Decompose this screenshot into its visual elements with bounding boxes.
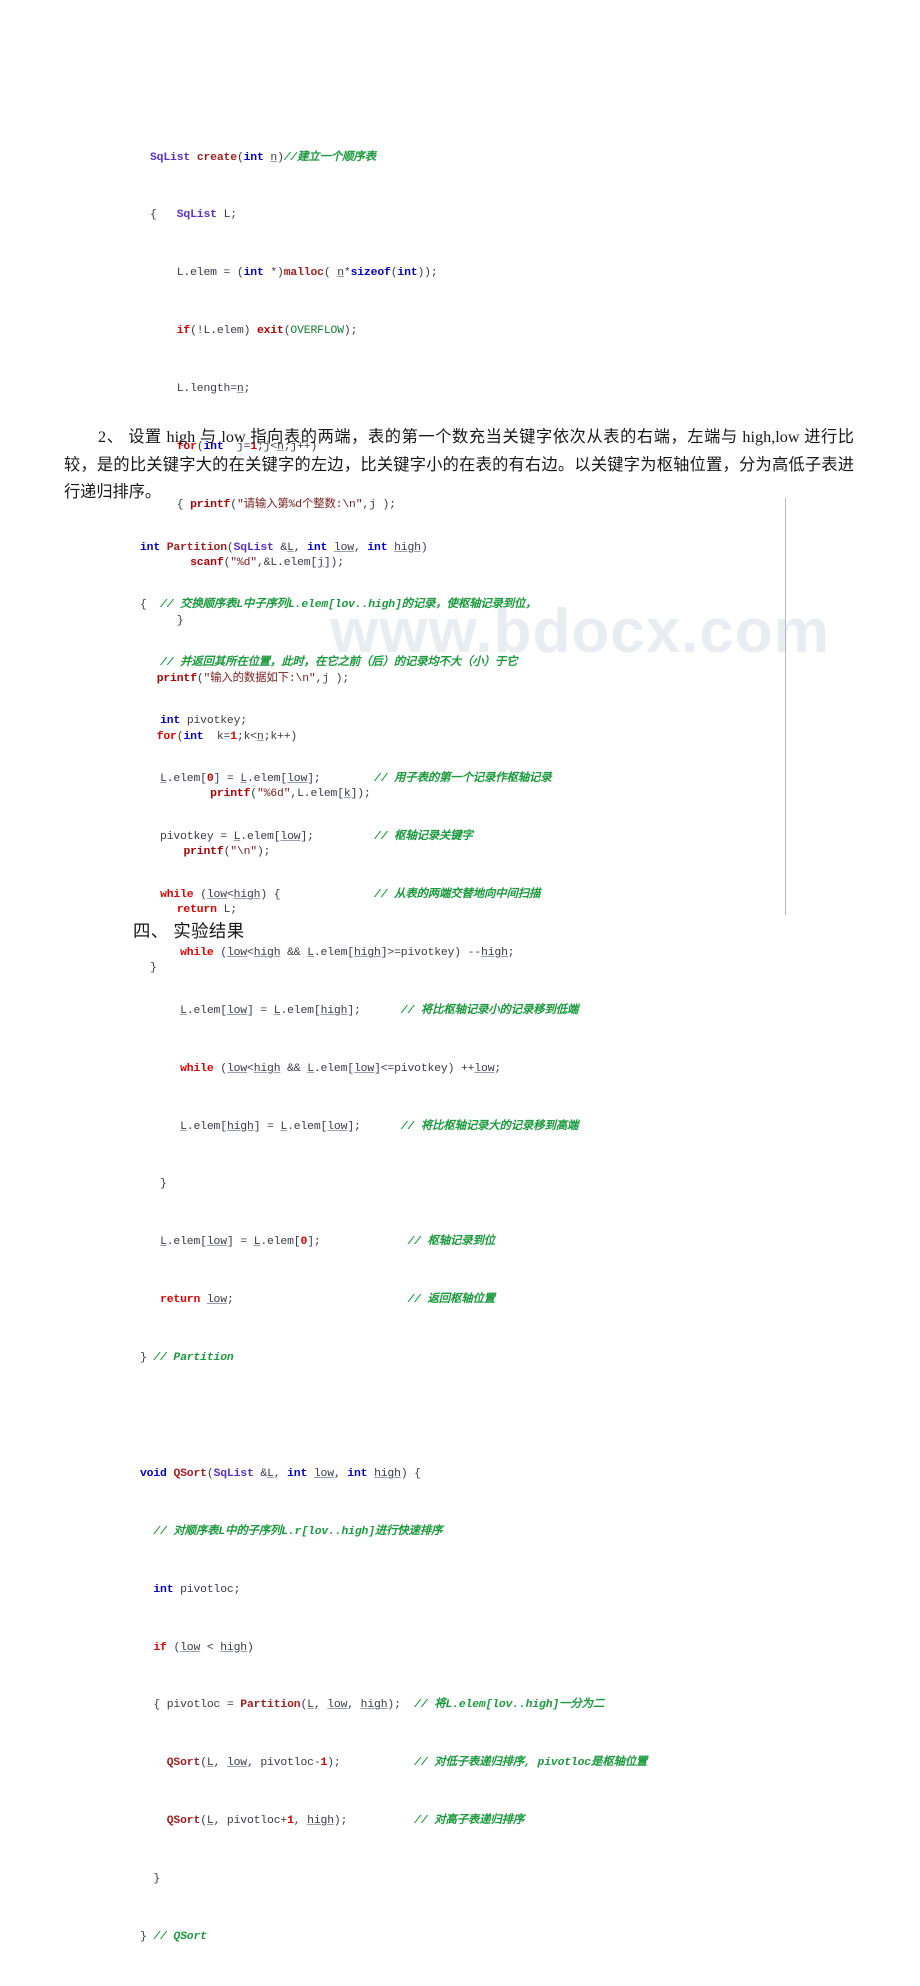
code-line: } bbox=[140, 1873, 161, 1886]
code-line: } bbox=[140, 1178, 167, 1191]
body-paragraph-2: 2、 设置 high 与 low 指向表的两端，表的第一个数充当关键字依次从表的… bbox=[64, 428, 854, 501]
code-line: while (low<high && L.elem[low]<=pivotkey… bbox=[180, 1062, 502, 1075]
code-line: int pivotloc; bbox=[153, 1583, 241, 1596]
code-line: // 对顺序表L中的子序列L.r[lov..high]进行快速排序 bbox=[153, 1525, 443, 1538]
code-block-right-rule bbox=[785, 498, 786, 915]
code-line: L.elem[low] = L.elem[0]; // 枢轴记录到位 bbox=[160, 1236, 495, 1249]
code-line: pivotkey = L.elem[low]; // 枢轴记录关键字 bbox=[140, 831, 473, 844]
code-line: while (low<high && L.elem[high]>=pivotke… bbox=[180, 946, 515, 959]
code-line: } // QSort bbox=[140, 1930, 207, 1943]
code-line: if(!L.elem) exit(OVERFLOW); bbox=[176, 325, 358, 338]
code-line: SqList create(int n)//建立一个顺序表 bbox=[150, 151, 376, 164]
section-heading-experiment-results: 四、 实验结果 bbox=[133, 921, 245, 941]
code-line: { SqList L; bbox=[150, 209, 237, 222]
code-line: // 并返回其所在位置，此时，在它之前（后）的记录均不大（小）于它 bbox=[160, 657, 518, 670]
code-line: if (low < high) bbox=[153, 1641, 254, 1654]
code-line: L.length=n; bbox=[150, 383, 251, 396]
code-line: { // 交换顺序表L中子序列L.elem[lov..high]的记录，使枢轴记… bbox=[140, 599, 537, 612]
code-line: L.elem = (int *)malloc( n*sizeof(int)); bbox=[150, 267, 438, 280]
code-line: QSort(L, pivotloc+1, high); // 对高子表递归排序 bbox=[166, 1815, 525, 1828]
code-block-partition-qsort: int Partition(SqList &L, int low, int hi… bbox=[140, 500, 647, 1986]
code-line: L.elem[high] = L.elem[low]; // 将比枢轴记录大的记… bbox=[180, 1120, 579, 1133]
code-line: int pivotkey; bbox=[160, 715, 247, 728]
document-page: SqList create(int n)//建立一个顺序表 { SqList L… bbox=[0, 0, 920, 1943]
code-line: return low; // 返回枢轴位置 bbox=[160, 1294, 495, 1307]
code-line: QSort(L, low, pivotloc-1); // 对低子表递归排序, … bbox=[166, 1757, 648, 1770]
code-line: int Partition(SqList &L, int low, int hi… bbox=[140, 541, 428, 554]
code-line: } // Partition bbox=[140, 1352, 234, 1365]
code-line: void QSort(SqList &L, int low, int high)… bbox=[140, 1467, 421, 1480]
code-line: while (low<high) { // 从表的两端交替地向中间扫描 bbox=[160, 888, 541, 901]
code-line: L.elem[0] = L.elem[low]; // 用子表的第一个记录作枢轴… bbox=[160, 773, 552, 786]
code-line: L.elem[low] = L.elem[high]; // 将比枢轴记录小的记… bbox=[180, 1004, 579, 1017]
code-line: { pivotloc = Partition(L, low, high); //… bbox=[140, 1699, 605, 1712]
